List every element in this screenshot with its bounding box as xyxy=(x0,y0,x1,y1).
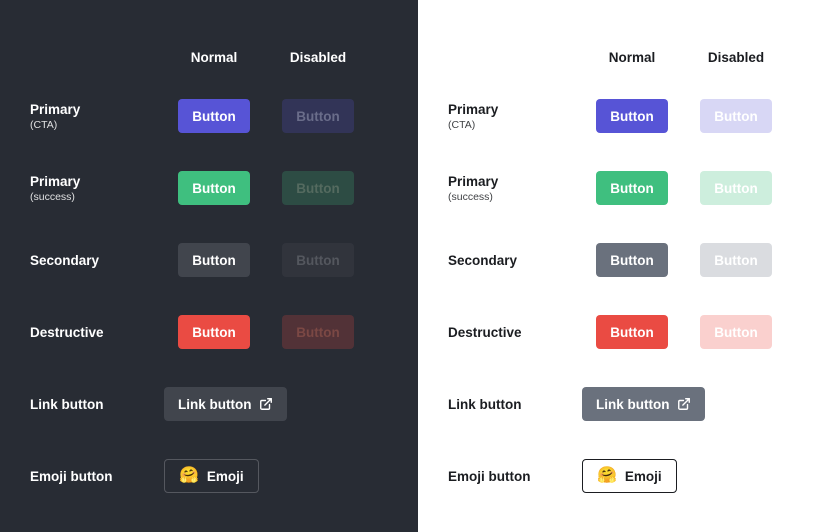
primary-cta-button-disabled: Button xyxy=(282,99,353,133)
row-label-secondary: Secondary xyxy=(30,253,160,268)
secondary-button[interactable]: Button xyxy=(596,243,667,277)
column-header-normal: Normal xyxy=(164,50,264,65)
column-header-disabled: Disabled xyxy=(686,50,786,65)
hugging-face-emoji-icon: 🤗 xyxy=(179,468,199,484)
destructive-button[interactable]: Button xyxy=(178,315,249,349)
row-label-emoji: Emoji button xyxy=(30,469,160,484)
secondary-button-disabled: Button xyxy=(700,243,771,277)
primary-success-button-disabled: Button xyxy=(700,171,771,205)
destructive-button[interactable]: Button xyxy=(596,315,667,349)
external-link-icon xyxy=(259,397,273,411)
row-label-secondary: Secondary xyxy=(448,253,578,268)
secondary-button-disabled: Button xyxy=(282,243,353,277)
primary-cta-button[interactable]: Button xyxy=(178,99,249,133)
primary-success-button-disabled: Button xyxy=(282,171,353,205)
column-header-disabled: Disabled xyxy=(268,50,368,65)
row-label-destructive: Destructive xyxy=(448,325,578,340)
emoji-button[interactable]: 🤗 Emoji xyxy=(582,459,677,493)
row-label-primary-success: Primary (success) xyxy=(448,174,578,203)
row-label-link: Link button xyxy=(30,397,160,412)
panel-light: Normal Disabled Primary (CTA) Button But… xyxy=(418,0,836,532)
destructive-button-disabled: Button xyxy=(282,315,353,349)
link-button[interactable]: Link button xyxy=(164,387,287,421)
external-link-icon xyxy=(677,397,691,411)
secondary-button[interactable]: Button xyxy=(178,243,249,277)
row-label-link: Link button xyxy=(448,397,578,412)
row-label-emoji: Emoji button xyxy=(448,469,578,484)
primary-cta-button-disabled: Button xyxy=(700,99,771,133)
row-label-primary-cta: Primary (CTA) xyxy=(448,102,578,131)
hugging-face-emoji-icon: 🤗 xyxy=(597,468,617,484)
column-header-normal: Normal xyxy=(582,50,682,65)
primary-success-button[interactable]: Button xyxy=(596,171,667,205)
destructive-button-disabled: Button xyxy=(700,315,771,349)
panel-dark: Normal Disabled Primary (CTA) Button But… xyxy=(0,0,418,532)
link-button[interactable]: Link button xyxy=(582,387,705,421)
row-label-destructive: Destructive xyxy=(30,325,160,340)
primary-success-button[interactable]: Button xyxy=(178,171,249,205)
row-label-primary-success: Primary (success) xyxy=(30,174,160,203)
row-label-primary-cta: Primary (CTA) xyxy=(30,102,160,131)
emoji-button[interactable]: 🤗 Emoji xyxy=(164,459,259,493)
primary-cta-button[interactable]: Button xyxy=(596,99,667,133)
